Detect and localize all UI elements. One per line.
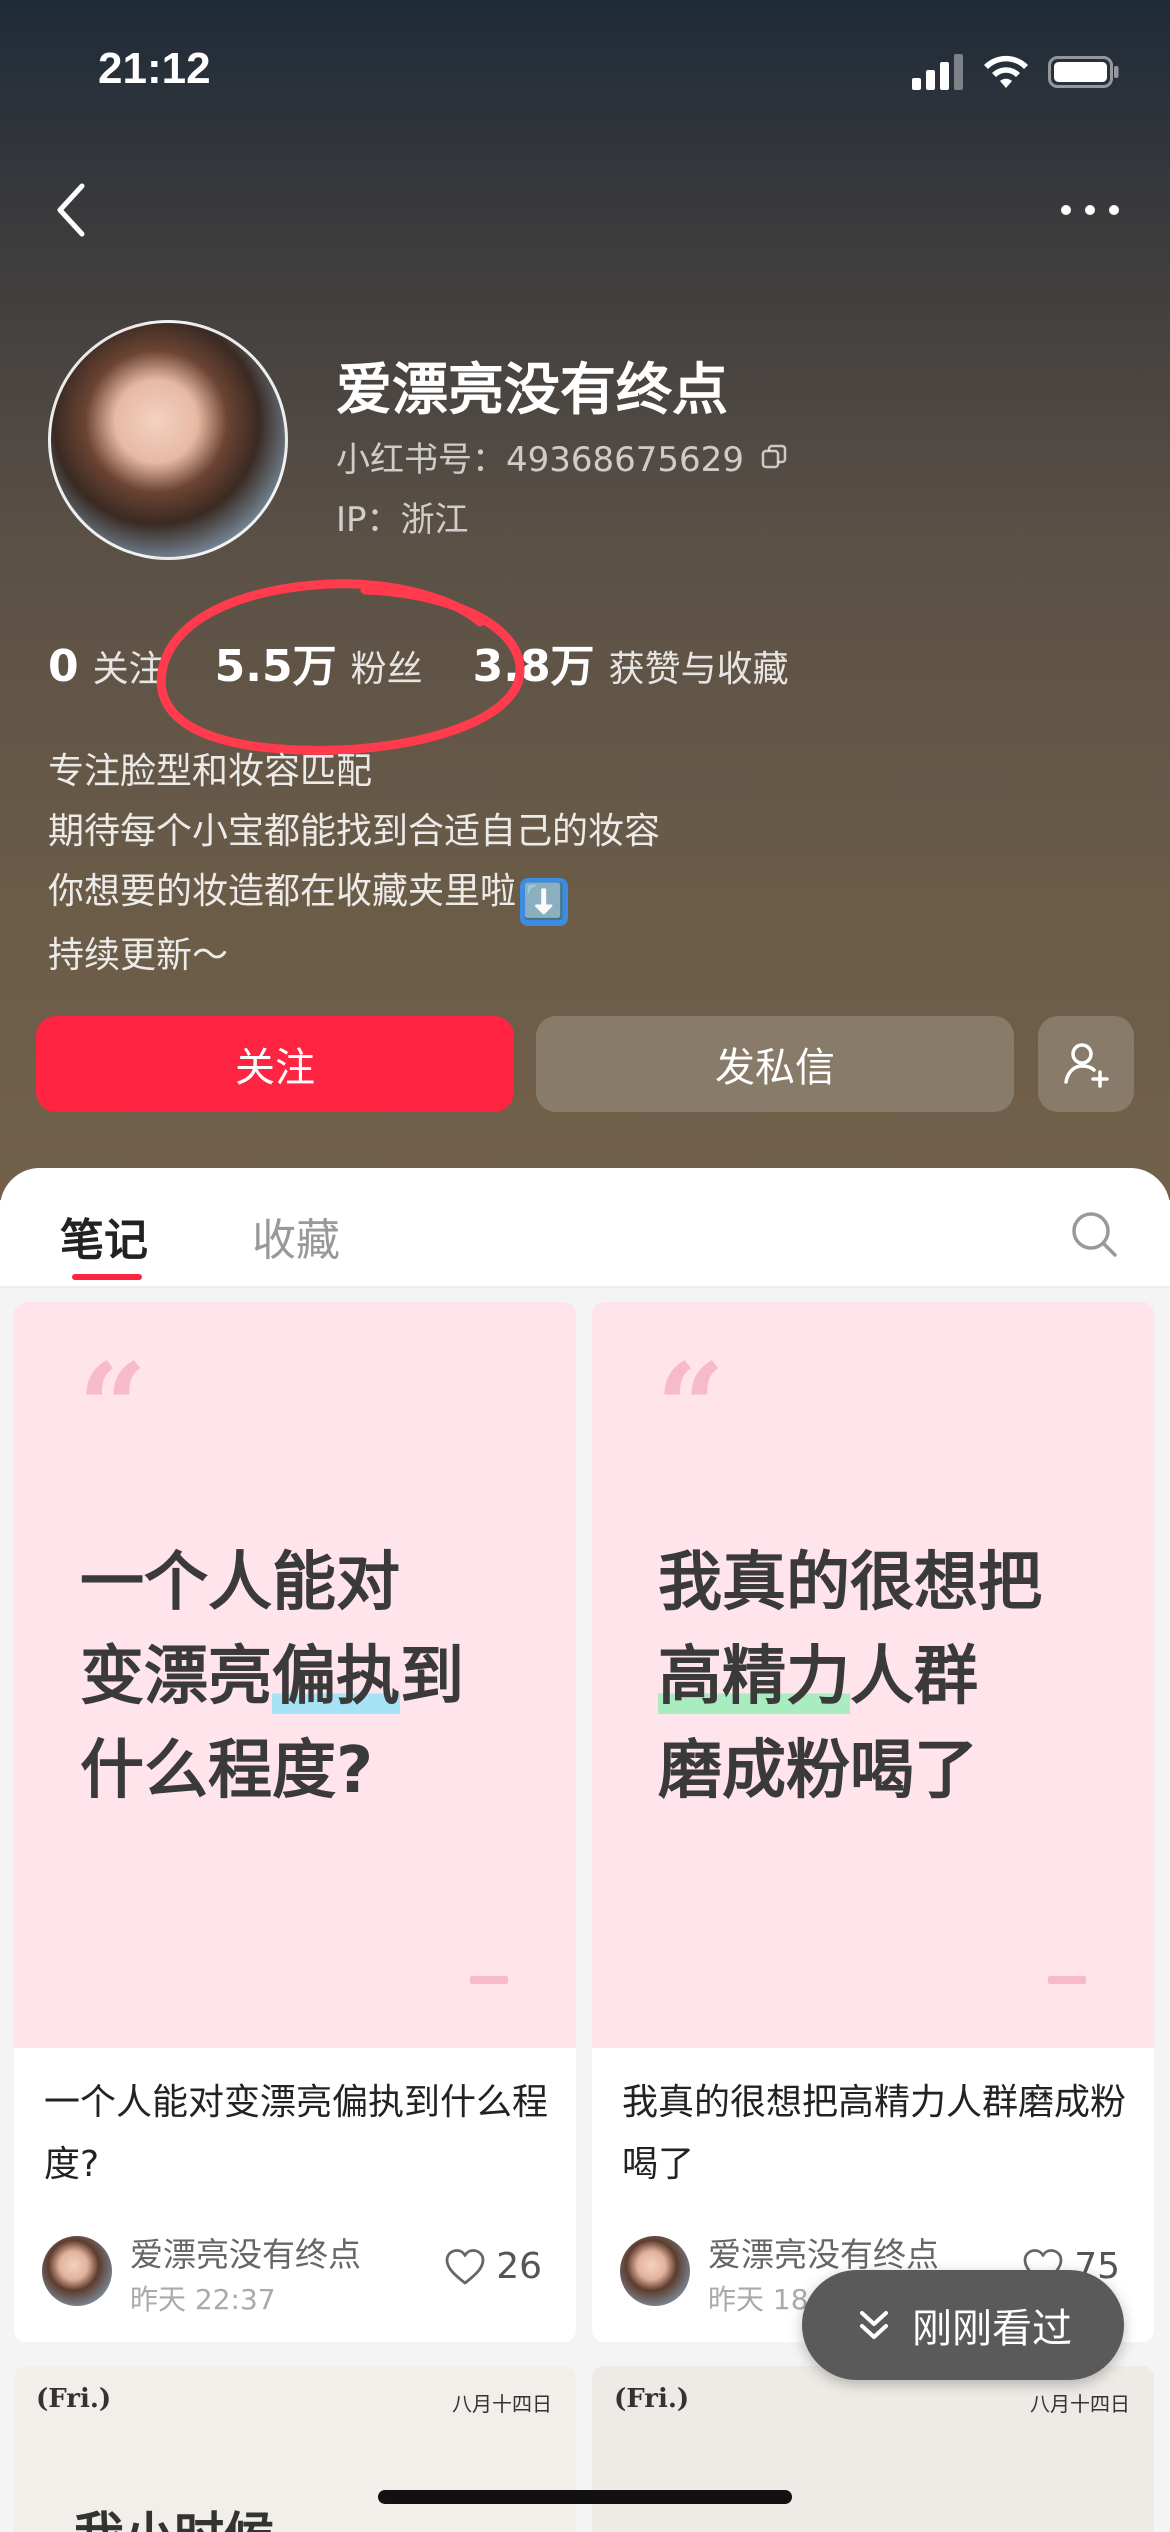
stat-following[interactable]: 0 关注 xyxy=(48,640,165,692)
more-button[interactable] xyxy=(1050,170,1130,250)
note-card[interactable]: “ 一个人能对 变漂亮偏执到 什么程度? 一个人能对变漂亮偏执到什么程度? 爱漂… xyxy=(14,1302,576,2342)
search-icon[interactable] xyxy=(1068,1208,1120,1260)
top-nav xyxy=(0,170,1170,250)
profile-id-text: 小红书号：49368675629 xyxy=(336,440,744,480)
note-title: 我真的很想把高精力人群磨成粉喝了 xyxy=(622,2082,1127,2185)
cover-dash xyxy=(1048,1976,1086,1984)
like-count: 26 xyxy=(496,2246,542,2287)
cover-dash xyxy=(470,1976,508,1984)
copy-icon[interactable] xyxy=(760,443,788,471)
profile-id: 小红书号：49368675629 xyxy=(336,432,788,481)
note-cover-text: 一个人能对 变漂亮偏执到 什么程度? xyxy=(80,1536,464,1818)
note-card[interactable]: “ 我真的很想把 高精力人群 磨成粉喝了 我真的很想把高精力人群磨成粉喝了 爱漂… xyxy=(592,1302,1154,2342)
tab-favorites[interactable]: 收藏 xyxy=(252,1204,340,1268)
stat-followers-label: 粉丝 xyxy=(350,649,423,690)
status-icons xyxy=(912,54,1120,90)
add-user-icon xyxy=(1064,1043,1109,1088)
heart-icon xyxy=(445,2248,485,2284)
stat-following-count: 0 xyxy=(48,641,79,692)
status-bar: 21:12 xyxy=(0,0,1170,140)
cover-date: 八月十四日 xyxy=(452,2392,552,2416)
cover-line: 磨成粉喝了 xyxy=(658,1734,978,1808)
wifi-icon xyxy=(984,55,1028,88)
cover-line: 我真的很想把 xyxy=(658,1546,1042,1620)
note-cover: “ 一个人能对 变漂亮偏执到 什么程度? xyxy=(14,1302,576,2048)
cover-text-part: 人群 xyxy=(850,1640,978,1714)
cover-weekday: (Fri.) xyxy=(614,2384,690,2414)
author-name[interactable]: 爱漂亮没有终点 xyxy=(130,2228,361,2276)
status-time: 21:12 xyxy=(98,44,211,93)
cover-text-part: 到 xyxy=(400,1640,464,1714)
author-name[interactable]: 爱漂亮没有终点 xyxy=(708,2228,939,2276)
chevron-left-icon xyxy=(57,183,85,237)
post-time: 昨天 22:37 xyxy=(130,2283,276,2316)
stat-following-label: 关注 xyxy=(92,649,165,690)
home-indicator xyxy=(378,2490,792,2504)
tab-bar: 笔记 收藏 xyxy=(0,1168,1170,1288)
cover-text: 我小时候 xyxy=(74,2496,274,2532)
author-avatar[interactable] xyxy=(620,2236,690,2306)
note-title: 一个人能对变漂亮偏执到什么程度? xyxy=(44,2082,549,2185)
recently-viewed-label: 刚刚看过 xyxy=(912,2306,1072,2352)
cover-line: 高精力人群 xyxy=(658,1630,1042,1724)
quote-mark-icon: “ xyxy=(78,1337,148,1478)
recently-viewed-button[interactable]: 刚刚看过 xyxy=(802,2270,1124,2380)
action-buttons: 关注 发私信 xyxy=(36,1016,1134,1112)
bio-line: 持续更新～ xyxy=(48,935,229,976)
profile-avatar[interactable] xyxy=(48,320,288,560)
cover-line: 什么程度? xyxy=(80,1734,374,1808)
cover-date: 八月十四日 xyxy=(1030,2392,1130,2416)
battery-icon xyxy=(1048,56,1119,88)
profile-name: 爱漂亮没有终点 xyxy=(336,358,728,423)
back-button[interactable] xyxy=(40,170,100,250)
profile-ip: IP：浙江 xyxy=(336,500,469,540)
stat-likes-label: 获赞与收藏 xyxy=(608,649,789,690)
stat-likes[interactable]: 3.8万 获赞与收藏 xyxy=(473,630,789,694)
cover-line: 变漂亮偏执到 xyxy=(80,1630,464,1724)
stat-likes-count: 3.8万 xyxy=(472,641,595,692)
profile-header: 21:12 爱漂亮没有终点 小红书号：49368675629 IP：浙江 0 关… xyxy=(0,0,1170,1200)
cover-weekday: (Fri.) xyxy=(36,2384,112,2414)
note-cover-text: 我真的很想把 高精力人群 磨成粉喝了 xyxy=(658,1536,1042,1818)
more-dots-icon xyxy=(1061,205,1119,215)
arrow-down-emoji: ⬇️ xyxy=(520,878,569,926)
double-chevron-down-icon xyxy=(860,2311,888,2339)
quote-mark-icon: “ xyxy=(656,1337,726,1478)
note-cover: “ 我真的很想把 高精力人群 磨成粉喝了 xyxy=(592,1302,1154,2048)
note-meta: 爱漂亮没有终点 昨天 22:37 26 xyxy=(42,2232,562,2316)
cover-line: 一个人能对 xyxy=(80,1546,400,1620)
follow-button[interactable]: 关注 xyxy=(36,1016,514,1112)
stats-row: 0 关注 5.5万 粉丝 3.8万 获赞与收藏 xyxy=(48,630,839,700)
add-friend-button[interactable] xyxy=(1038,1016,1134,1112)
cover-text-part: 变漂亮 xyxy=(80,1640,272,1714)
bio-line: 专注脸型和妆容匹配 xyxy=(48,751,373,792)
tab-notes[interactable]: 笔记 xyxy=(60,1204,148,1268)
author-avatar[interactable] xyxy=(42,2236,112,2306)
message-button[interactable]: 发私信 xyxy=(536,1016,1014,1112)
post-time: 昨天 18 xyxy=(708,2283,809,2316)
bio-line: 你想要的妆造都在收藏夹里啦 ⬇️ xyxy=(48,862,660,926)
stat-followers[interactable]: 5.5万 粉丝 xyxy=(215,630,423,694)
note-card[interactable]: (Fri.) 八月十四日 我小时候 xyxy=(14,2366,576,2532)
active-tab-indicator xyxy=(72,1274,142,1280)
cover-highlight: 偏执 xyxy=(272,1640,400,1714)
cover-highlight: 高精力 xyxy=(658,1640,850,1714)
like-button[interactable]: 26 xyxy=(444,2246,542,2287)
cellular-signal-icon xyxy=(912,54,963,90)
note-card[interactable]: (Fri.) 八月十四日 xyxy=(592,2366,1154,2532)
stat-followers-count: 5.5万 xyxy=(214,641,337,692)
profile-bio: 专注脸型和妆容匹配 期待每个小宝都能找到合适自己的妆容 你想要的妆造都在收藏夹里… xyxy=(48,742,660,986)
bio-line: 期待每个小宝都能找到合适自己的妆容 xyxy=(48,811,661,852)
bio-line-text: 你想要的妆造都在收藏夹里啦 xyxy=(48,871,517,912)
